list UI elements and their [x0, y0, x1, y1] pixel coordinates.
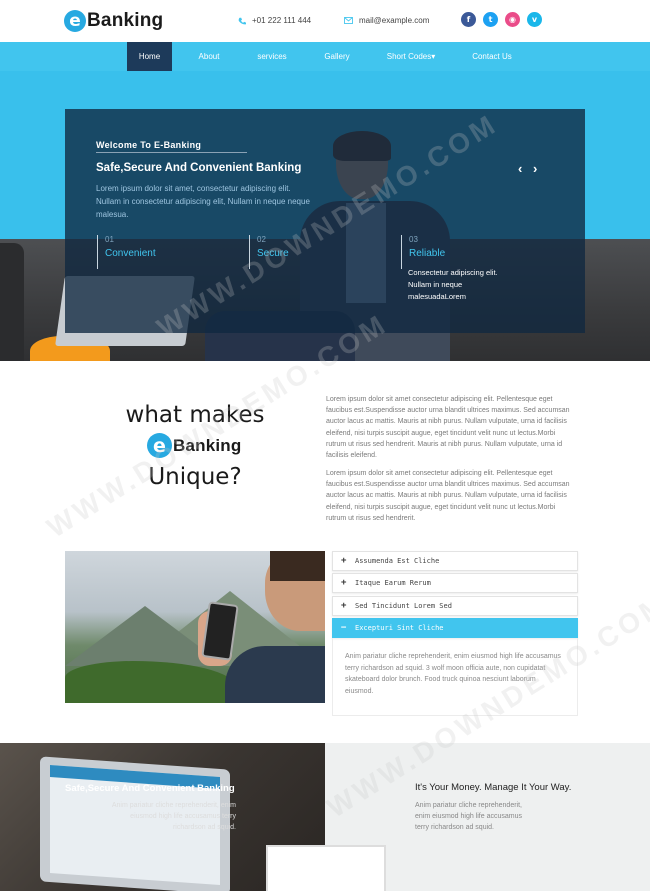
image-hair: [270, 551, 325, 581]
hero-banner: Welcome To E-Banking Safe,Secure And Con…: [0, 71, 650, 361]
unique-paragraph: Lorem ipsum dolor sit amet consectetur a…: [326, 470, 570, 522]
email-address: mail@example.com: [359, 16, 430, 25]
vimeo-icon[interactable]: v: [527, 12, 542, 27]
accordion-body: Anim pariatur cliche reprehenderit, enim…: [332, 638, 578, 716]
minus-icon: −: [341, 623, 347, 633]
accordion-item[interactable]: + Itaque Earum Rerum: [332, 573, 578, 593]
logo-mark: e: [64, 10, 86, 32]
feature-convenient: 01 Convenient: [97, 235, 156, 269]
contact-phone: +01 222 111 444: [238, 16, 311, 25]
chevron-right-icon[interactable]: ›: [533, 161, 537, 176]
image-shoulder: [225, 646, 325, 703]
accordion-label: Assumenda Est Cliche: [355, 557, 440, 565]
phone-user-image: [65, 551, 325, 703]
feature-label: Convenient: [105, 248, 156, 259]
social-links: f t ◉ v: [461, 12, 549, 27]
bottom-left-description: Anim pariatur cliche reprehenderit, enim…: [111, 802, 236, 831]
image-trees: [65, 661, 235, 703]
feature-number: 01: [105, 235, 114, 244]
bottom-left-title: Safe,Secure And Convenient Banking: [65, 783, 235, 794]
contact-email[interactable]: mail@example.com: [344, 16, 429, 25]
nav-home[interactable]: Home: [127, 42, 172, 71]
unique-logo: e Banking: [147, 433, 241, 458]
plus-icon: +: [341, 556, 347, 566]
hero-sofa-arm: [0, 243, 24, 361]
feature-reliable: 03 Reliable: [401, 235, 445, 269]
plus-icon: +: [341, 601, 347, 611]
hero-welcome: Welcome To E-Banking: [96, 140, 202, 150]
accordion-item[interactable]: + Sed Tincidunt Lorem Sed: [332, 596, 578, 616]
hero-slider-arrows: ‹ ›: [518, 161, 544, 176]
logo-text: Banking: [173, 435, 242, 455]
logo-text: Banking: [87, 10, 164, 31]
nav-short-codes[interactable]: Short Codes▾: [381, 42, 441, 71]
unique-paragraph: Lorem ipsum dolor sit amet consectetur a…: [326, 396, 570, 460]
feature-secure: 02 Secure: [249, 235, 289, 269]
unique-heading-line1: what makes: [125, 402, 265, 428]
unique-heading-line3: Unique?: [148, 464, 242, 490]
facebook-icon[interactable]: f: [461, 12, 476, 27]
nav-contact-us[interactable]: Contact Us: [466, 42, 518, 71]
accordion-item-open[interactable]: − Excepturi Sint Cliche: [332, 618, 578, 638]
nav-about[interactable]: About: [189, 42, 229, 71]
plus-icon: +: [341, 578, 347, 588]
hero-panel: Welcome To E-Banking Safe,Secure And Con…: [65, 109, 585, 333]
feature-label: Reliable: [409, 248, 446, 259]
hero-title: Safe,Secure And Convenient Banking: [96, 162, 302, 174]
chevron-left-icon[interactable]: ‹: [518, 161, 522, 176]
feature-label: Secure: [257, 248, 289, 259]
bottom-right-title: It's Your Money. Manage It Your Way.: [415, 782, 572, 793]
feature-reliable-description: Consectetur adipiscing elit. Nullam in n…: [408, 268, 498, 301]
nav-gallery[interactable]: Gallery: [317, 42, 357, 71]
feature-number: 02: [257, 235, 266, 244]
accordion-label: Excepturi Sint Cliche: [355, 624, 444, 632]
accordion-label: Sed Tincidunt Lorem Sed: [355, 602, 452, 610]
hero-description: Lorem ipsum dolor sit amet, consectetur …: [96, 184, 310, 219]
accordion-item[interactable]: + Assumenda Est Cliche: [332, 551, 578, 571]
bottom-center-box: [266, 845, 386, 891]
logo[interactable]: e Banking: [64, 9, 163, 33]
main-nav: Home About services Gallery Short Codes▾…: [0, 42, 650, 71]
accordion-label: Itaque Earum Rerum: [355, 579, 431, 587]
envelope-icon: [344, 17, 353, 24]
feature-number: 03: [409, 235, 418, 244]
bottom-right-description: Anim pariatur cliche reprehenderit, enim…: [415, 802, 522, 831]
phone-number: +01 222 111 444: [252, 16, 312, 25]
phone-icon: [238, 17, 246, 24]
nav-services[interactable]: services: [250, 42, 294, 71]
twitter-icon[interactable]: t: [483, 12, 498, 27]
top-bar: e Banking +01 222 111 444 mail@example.c…: [0, 0, 650, 42]
hero-underline: [96, 152, 247, 153]
logo-mark: e: [147, 433, 172, 458]
dribbble-icon[interactable]: ◉: [505, 12, 520, 27]
